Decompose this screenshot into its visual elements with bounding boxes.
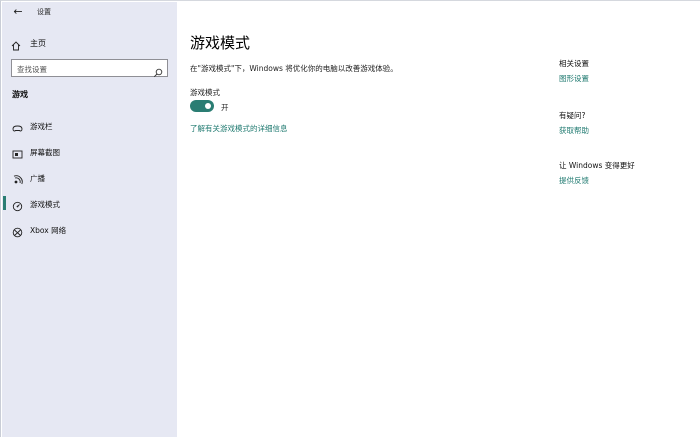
main-content: 游戏模式 在"游戏模式"下，Windows 将优化你的电脑以改善游戏体验。 游戏… xyxy=(177,2,700,437)
sidebar-item-game-mode[interactable]: 游戏模式 xyxy=(3,194,177,212)
get-help-link[interactable]: 获取帮助 xyxy=(559,125,589,136)
toggle-state-text: 开 xyxy=(221,103,229,112)
sidebar-item-broadcast[interactable]: 广播 xyxy=(3,168,177,186)
window-title: 设置 xyxy=(37,8,51,16)
page-title: 游戏模式 xyxy=(190,34,251,52)
graphics-settings-link[interactable]: 图形设置 xyxy=(559,73,589,84)
sidebar-item-label: Xbox 网络 xyxy=(30,226,67,235)
search-input[interactable]: 查找设置 xyxy=(11,59,168,78)
sidebar-item-xbox-network[interactable]: Xbox 网络 xyxy=(3,220,177,238)
broadcast-icon xyxy=(12,171,23,190)
sidebar-item-label: 屏幕截图 xyxy=(30,148,60,157)
give-feedback-link[interactable]: 提供反馈 xyxy=(559,175,589,186)
game-mode-toggle[interactable] xyxy=(190,100,214,112)
sidebar-item-label: 游戏模式 xyxy=(30,200,60,209)
search-icon[interactable] xyxy=(153,63,163,82)
page-description: 在"游戏模式"下，Windows 将优化你的电脑以改善游戏体验。 xyxy=(190,64,398,73)
sidebar-item-home[interactable]: 主页 xyxy=(8,35,168,51)
toggle-knob xyxy=(205,103,211,109)
search-placeholder: 查找设置 xyxy=(17,65,47,74)
back-arrow-icon: ← xyxy=(13,5,23,18)
game-mode-icon xyxy=(12,197,23,216)
home-icon xyxy=(11,36,21,55)
game-bar-icon xyxy=(12,119,23,138)
screenshot-icon xyxy=(12,145,23,164)
related-settings-heading: 相关设置 xyxy=(559,59,589,68)
sidebar-item-screenshot[interactable]: 屏幕截图 xyxy=(3,142,177,160)
sidebar-item-label: 广播 xyxy=(30,174,45,183)
have-question-heading: 有疑问? xyxy=(559,111,586,120)
title-bar: ← 设置 xyxy=(2,2,177,24)
home-label: 主页 xyxy=(30,39,46,48)
settings-window: ← 设置 主页 查找设置 游戏 游戏栏 屏幕截图 广播 游戏模式 Xbox 网络… xyxy=(0,0,700,437)
section-title-gaming: 游戏 xyxy=(12,90,28,99)
sidebar: ← 设置 主页 查找设置 游戏 游戏栏 屏幕截图 广播 游戏模式 Xbox 网络 xyxy=(2,2,177,437)
back-button[interactable]: ← xyxy=(10,5,26,19)
xbox-icon xyxy=(12,223,23,242)
learn-more-link[interactable]: 了解有关游戏模式的详细信息 xyxy=(190,123,288,134)
active-indicator xyxy=(3,196,6,210)
game-mode-toggle-label: 游戏模式 xyxy=(190,88,220,97)
sidebar-item-game-bar[interactable]: 游戏栏 xyxy=(3,116,177,134)
sidebar-item-label: 游戏栏 xyxy=(30,122,53,131)
feedback-heading: 让 Windows 变得更好 xyxy=(559,161,635,170)
